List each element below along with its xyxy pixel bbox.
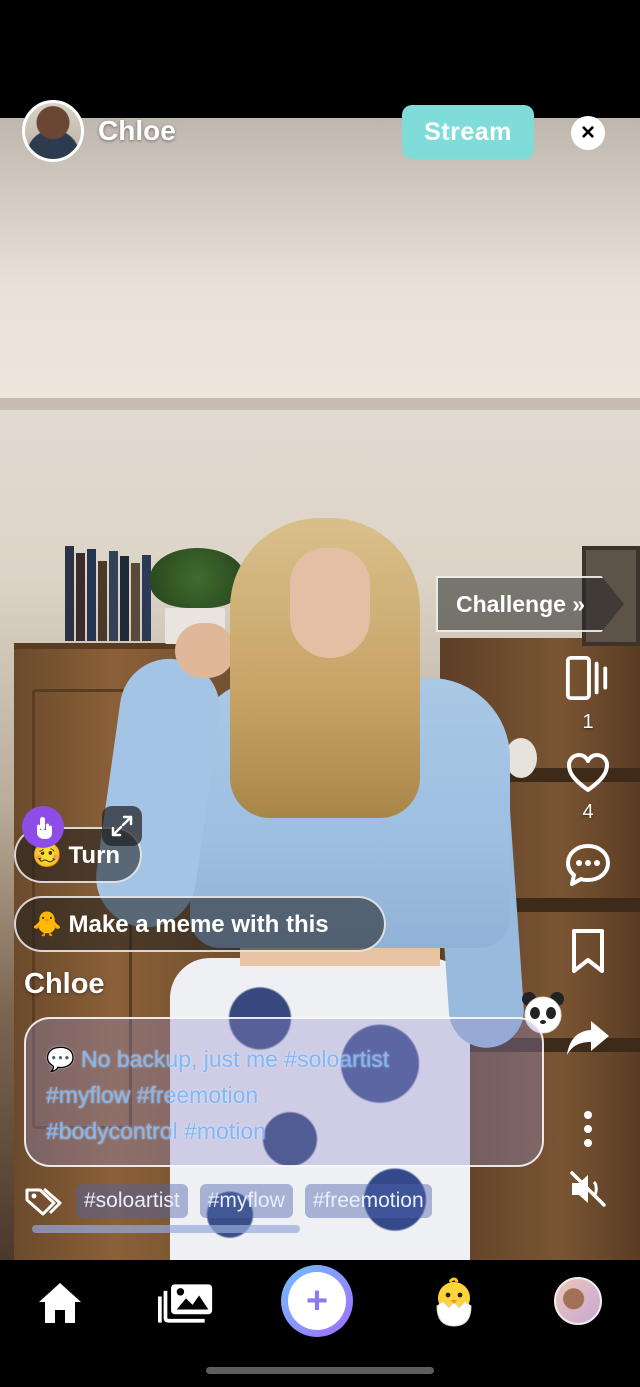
video-progress-bar[interactable] [32, 1225, 300, 1233]
more-options-icon[interactable] [565, 1106, 611, 1152]
challenge-button[interactable]: Challenge » [436, 576, 624, 632]
close-icon[interactable]: × [571, 116, 605, 150]
hashtag-chip[interactable]: #myflow [199, 1184, 293, 1218]
app-root: { "header": { "username": "Chloe", "stre… [0, 0, 640, 1387]
caption-line: #bodycontrol #motion [46, 1118, 266, 1144]
caption-line: 💬 No backup, just me #soloartist [46, 1046, 390, 1072]
comment-icon[interactable] [565, 842, 611, 888]
home-indicator [206, 1367, 434, 1374]
caption-box[interactable]: 💬 No backup, just me #soloartist #myflow… [24, 1017, 544, 1167]
hashtag-chip[interactable]: #soloartist [76, 1184, 188, 1218]
make-meme-pill[interactable]: 🐥 Make a meme with this [14, 896, 386, 952]
create-button[interactable]: + [281, 1265, 353, 1337]
hashtag-row: #soloartist #myflow #freemotion [24, 1183, 432, 1219]
expand-icon[interactable] [102, 806, 142, 846]
heart-icon[interactable] [565, 750, 611, 796]
chick-icon[interactable] [426, 1275, 482, 1331]
post-author[interactable]: Chloe [24, 968, 105, 1001]
muted-icon[interactable] [565, 1166, 611, 1212]
touch-gesture-icon[interactable] [22, 806, 64, 848]
creator-username[interactable]: Chloe [98, 115, 176, 147]
creator-avatar[interactable] [22, 100, 84, 162]
profile-avatar[interactable] [554, 1277, 602, 1325]
plus-icon: + [288, 1272, 346, 1330]
gallery-icon[interactable] [158, 1275, 214, 1331]
share-icon[interactable] [565, 1015, 611, 1061]
home-icon[interactable] [32, 1275, 88, 1331]
tag-icon [24, 1186, 64, 1216]
swipe-count: 1 [582, 711, 594, 733]
likes-count: 4 [582, 801, 594, 823]
bookmark-icon[interactable] [565, 928, 611, 974]
swipe-video-icon[interactable] [565, 655, 611, 701]
make-meme-label: 🐥 Make a meme with this [32, 910, 329, 938]
hashtag-chip[interactable]: #freemotion [304, 1184, 432, 1218]
stream-button[interactable]: Stream [402, 105, 534, 159]
caption-line: #myflow #freemotion [46, 1082, 259, 1108]
